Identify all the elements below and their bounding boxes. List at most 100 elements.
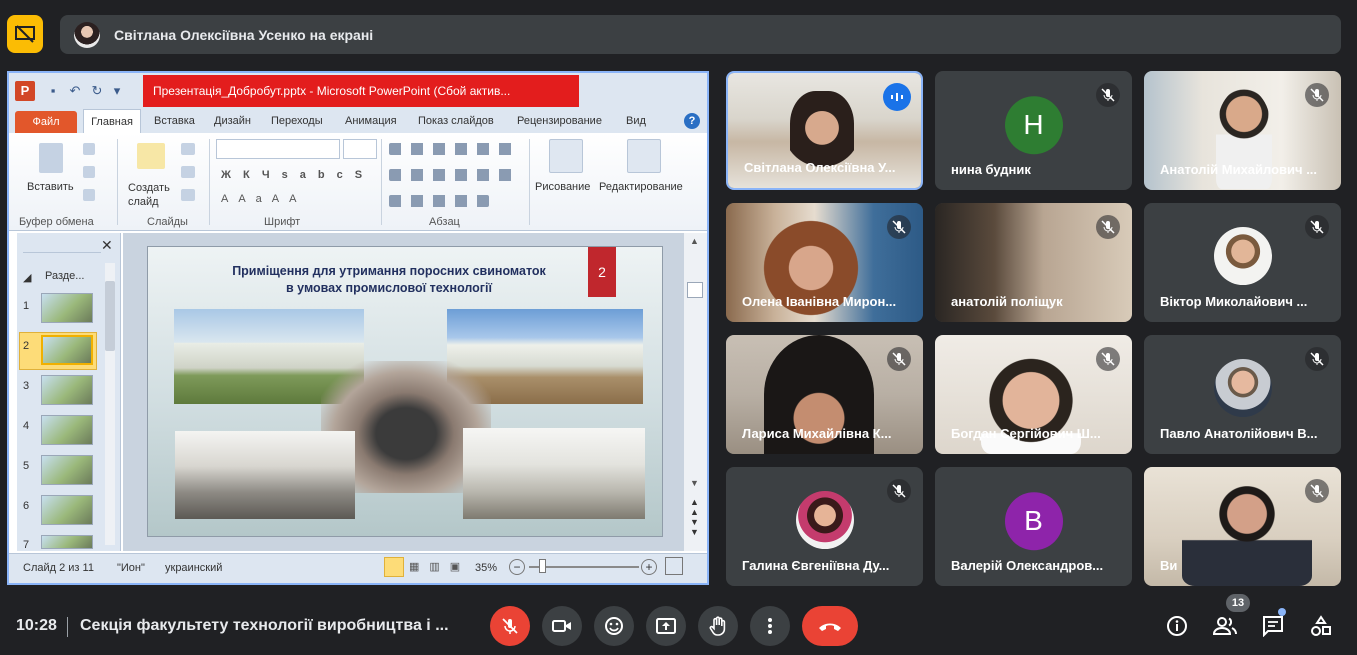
tab-animation[interactable]: Анимация	[345, 115, 397, 127]
activities-button[interactable]	[1307, 612, 1335, 640]
thumb-number: 5	[23, 460, 30, 472]
more-vert-icon	[768, 618, 772, 634]
section-icon[interactable]	[181, 189, 195, 201]
participant-tile[interactable]: Світлана Олексіївна У...	[726, 71, 923, 190]
reset-icon[interactable]	[181, 166, 195, 178]
zoom-out-icon[interactable]: −	[509, 559, 525, 575]
save-icon[interactable]: ▪	[45, 83, 61, 99]
slide-thumbnail[interactable]	[41, 455, 93, 485]
scroll-down-icon[interactable]: ▼	[690, 478, 699, 488]
participant-face	[1182, 483, 1312, 586]
thumb-scroll-thumb[interactable]	[105, 281, 115, 351]
section-expand-icon[interactable]: ◢	[23, 271, 31, 284]
drawing-icon[interactable]	[549, 139, 583, 173]
slide-counter: Слайд 2 из 11	[23, 562, 94, 574]
participant-tile[interactable]: Галина Євгеніївна Ду...	[726, 467, 923, 586]
mic-off-icon	[1305, 83, 1329, 107]
present-screen-button[interactable]	[646, 606, 686, 646]
participant-avatar	[795, 490, 854, 549]
tab-transitions[interactable]: Переходы	[271, 115, 323, 127]
align-icons[interactable]	[389, 195, 489, 207]
clock-time: 10:28	[16, 617, 57, 634]
participant-tile[interactable]: Олена Іванівна Мирон...	[726, 203, 923, 322]
help-icon[interactable]: ?	[684, 113, 700, 129]
fit-to-window-icon[interactable]	[665, 557, 683, 575]
slide-thumbnail[interactable]	[41, 375, 93, 405]
indent-icons[interactable]	[389, 169, 519, 181]
more-options-button[interactable]	[750, 606, 790, 646]
participant-name: Валерій Олександров...	[951, 558, 1104, 573]
close-pane-icon[interactable]: ✕	[101, 237, 113, 254]
tab-view[interactable]: Вид	[626, 115, 646, 127]
leave-call-button[interactable]	[802, 606, 858, 646]
new-slide-icon[interactable]	[137, 143, 165, 169]
new-slide-label[interactable]: Создать слайд	[128, 181, 178, 209]
tab-slideshow[interactable]: Показ слайдов	[418, 115, 494, 127]
paste-icon[interactable]	[39, 143, 63, 173]
camera-toggle-button[interactable]	[542, 606, 582, 646]
outline-section[interactable]: Разде...	[45, 270, 84, 282]
tab-file[interactable]: Файл	[15, 111, 77, 133]
customize-icon[interactable]: ▾	[109, 83, 125, 99]
mic-off-icon	[1096, 215, 1120, 239]
pane-tabs[interactable]	[23, 239, 101, 253]
zoom-in-icon[interactable]: +	[641, 559, 657, 575]
participant-tile[interactable]: Лариса Михайлівна К...	[726, 335, 923, 454]
prev-slide-icon[interactable]: ▲ ▲	[690, 497, 699, 517]
participant-tile[interactable]: Павло Анатолійович В...	[1144, 335, 1341, 454]
slide-thumbnail[interactable]	[41, 535, 93, 549]
chat-button[interactable]	[1259, 612, 1287, 640]
participant-tile[interactable]: Ви	[1144, 467, 1341, 586]
tab-review[interactable]: Рецензирование	[517, 115, 602, 127]
scroll-up-icon[interactable]: ▲	[690, 236, 699, 246]
font-size-input[interactable]	[343, 139, 377, 159]
paste-label[interactable]: Вставить	[27, 181, 74, 193]
cut-icon[interactable]	[83, 143, 95, 155]
scroll-thumb[interactable]	[687, 282, 703, 298]
mic-toggle-button[interactable]	[490, 606, 530, 646]
font-format-icons[interactable]: ЖКЧsabcS	[221, 169, 374, 181]
presenting-icon[interactable]	[7, 15, 43, 53]
language[interactable]: украинский	[165, 562, 222, 574]
undo-icon[interactable]: ↶	[67, 83, 83, 99]
next-slide-icon[interactable]: ▼ ▼	[690, 517, 699, 537]
zoom-level[interactable]: 35%	[475, 562, 497, 574]
slide-thumbnail[interactable]	[41, 293, 93, 323]
slide-thumbnail[interactable]	[41, 335, 93, 365]
binoculars-icon[interactable]	[627, 139, 661, 173]
tab-design[interactable]: Дизайн	[214, 115, 251, 127]
raise-hand-button[interactable]	[698, 606, 738, 646]
drawing-label[interactable]: Рисование	[535, 181, 590, 193]
participant-tile[interactable]: Богдан Сергійович Ш...	[935, 335, 1132, 454]
hand-icon	[709, 616, 726, 636]
tab-home[interactable]: Главная	[83, 109, 141, 134]
font-color-icons[interactable]: AAaAA	[221, 193, 306, 205]
normal-view-icon[interactable]	[384, 557, 404, 577]
participant-tile[interactable]: Анатолій Михайлович ...	[1144, 71, 1341, 190]
participant-tile[interactable]: Віктор Миколайович ...	[1144, 203, 1341, 322]
view-mode-icons[interactable]: ▦▥▣	[409, 560, 470, 573]
activities-icon	[1311, 615, 1331, 636]
thumb-number: 2	[23, 340, 30, 352]
reactions-button[interactable]	[594, 606, 634, 646]
meeting-details-button[interactable]	[1163, 612, 1191, 640]
layout-icon[interactable]	[181, 143, 195, 155]
list-icons[interactable]	[389, 143, 519, 155]
copy-icon[interactable]	[83, 166, 95, 178]
participant-tile[interactable]: анатолій поліщук	[935, 203, 1132, 322]
participant-name: Лариса Михайлівна К...	[742, 426, 892, 441]
group-divider	[209, 139, 210, 225]
font-name-input[interactable]	[216, 139, 340, 159]
tab-insert[interactable]: Вставка	[154, 115, 195, 127]
slide-thumbnail[interactable]	[41, 415, 93, 445]
people-button[interactable]	[1211, 612, 1239, 640]
mic-off-icon	[1096, 347, 1120, 371]
divider	[67, 617, 68, 637]
zoom-slider-thumb[interactable]	[539, 559, 546, 573]
editing-label[interactable]: Редактирование	[599, 181, 683, 193]
participant-tile[interactable]: В Валерій Олександров...	[935, 467, 1132, 586]
redo-icon[interactable]: ↻	[89, 83, 105, 99]
participant-tile[interactable]: Н нина будник	[935, 71, 1132, 190]
slide-thumbnail[interactable]	[41, 495, 93, 525]
format-painter-icon[interactable]	[83, 189, 95, 201]
